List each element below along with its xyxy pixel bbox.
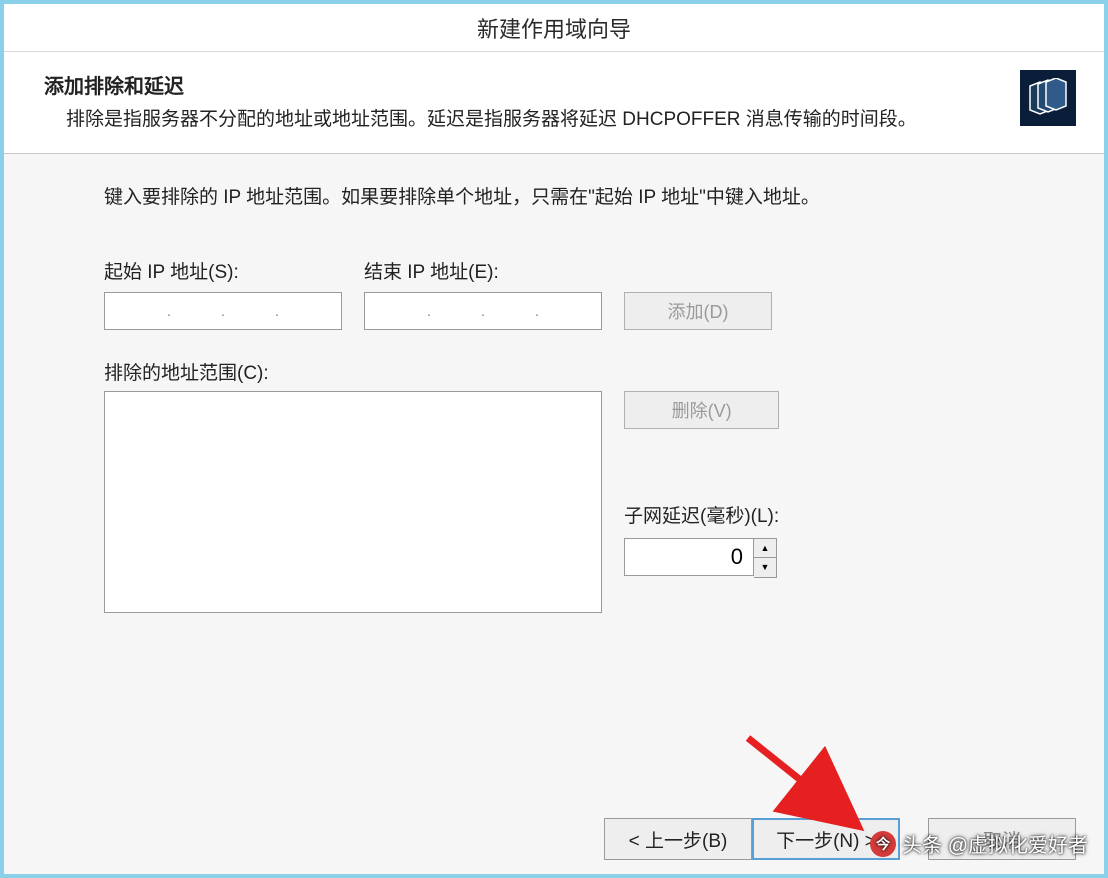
end-ip-group: 结束 IP 地址(E): . . . [364,257,602,330]
ip-input-row: 起始 IP 地址(S): . . . 结束 IP 地址(E): . . . 添加… [104,257,1024,330]
ip-dot: . [481,303,485,320]
subnet-delay-input[interactable] [624,538,754,576]
wizard-footer: < 上一步(B) 下一步(N) > 取消 [4,804,1104,874]
excluded-section: 排除的地址范围(C): 删除(V) 子网延迟(毫秒)(L): ▲ ▼ [104,358,1024,613]
wizard-window: 新建作用域向导 添加排除和延迟 排除是指服务器不分配的地址或地址范围。延迟是指服… [4,4,1104,874]
end-ip-input[interactable]: . . . [364,292,602,330]
window-title: 新建作用域向导 [477,12,631,44]
excluded-ranges-listbox[interactable] [104,391,602,613]
wizard-icon [1020,70,1076,126]
cancel-button[interactable]: 取消 [928,818,1076,860]
titlebar: 新建作用域向导 [4,4,1104,52]
ip-dot: . [535,303,539,320]
header-title: 添加排除和延迟 [44,70,1002,99]
spinner-buttons: ▲ ▼ [754,538,777,578]
spinner-down-button[interactable]: ▼ [754,558,776,577]
excluded-row: 删除(V) 子网延迟(毫秒)(L): ▲ ▼ [104,391,1024,613]
spinner-up-button[interactable]: ▲ [754,539,776,558]
side-column: 删除(V) 子网延迟(毫秒)(L): ▲ ▼ [624,391,779,578]
back-button[interactable]: < 上一步(B) [604,818,752,860]
ip-dot: . [167,303,171,320]
ip-dot: . [427,303,431,320]
header-text-block: 添加排除和延迟 排除是指服务器不分配的地址或地址范围。延迟是指服务器将延迟 DH… [44,70,1002,135]
wizard-content: 键入要排除的 IP 地址范围。如果要排除单个地址，只需在"起始 IP 地址"中键… [4,154,1104,804]
end-ip-label: 结束 IP 地址(E): [364,257,602,284]
start-ip-input[interactable]: . . . [104,292,342,330]
next-button[interactable]: 下一步(N) > [752,818,900,860]
delay-group: 子网延迟(毫秒)(L): ▲ ▼ [624,483,779,578]
ip-dot: . [275,303,279,320]
excluded-ranges-label: 排除的地址范围(C): [104,358,1024,385]
header-description: 排除是指服务器不分配的地址或地址范围。延迟是指服务器将延迟 DHCPOFFER … [44,105,1002,135]
delay-spinner: ▲ ▼ [624,538,779,578]
add-button[interactable]: 添加(D) [624,292,772,330]
start-ip-group: 起始 IP 地址(S): . . . [104,257,342,330]
instruction-text: 键入要排除的 IP 地址范围。如果要排除单个地址，只需在"起始 IP 地址"中键… [104,182,1024,209]
subnet-delay-label: 子网延迟(毫秒)(L): [624,501,779,528]
wizard-header: 添加排除和延迟 排除是指服务器不分配的地址或地址范围。延迟是指服务器将延迟 DH… [4,52,1104,154]
start-ip-label: 起始 IP 地址(S): [104,257,342,284]
remove-button[interactable]: 删除(V) [624,391,779,429]
ip-dot: . [221,303,225,320]
